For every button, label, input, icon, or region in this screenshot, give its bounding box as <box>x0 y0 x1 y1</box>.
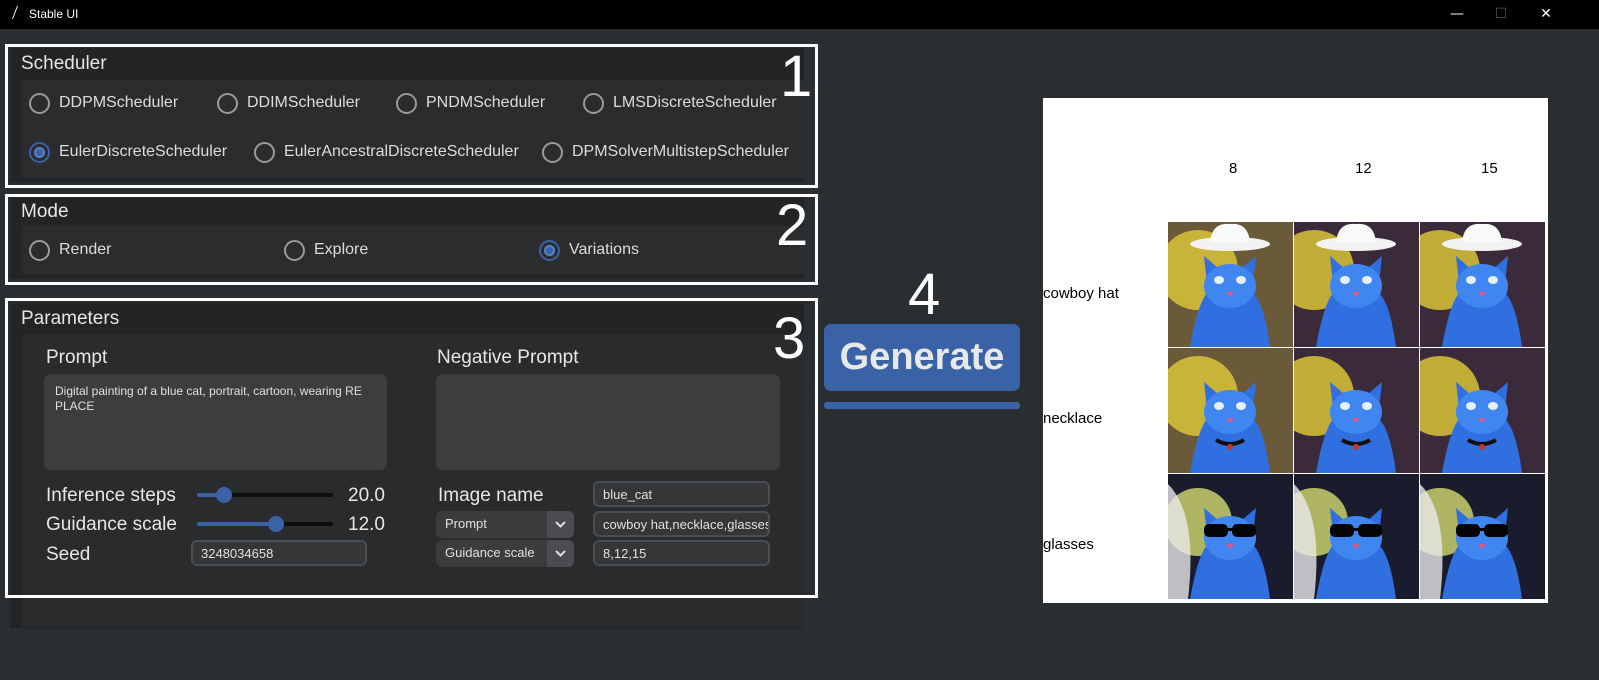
grid-cell-image <box>1420 474 1545 599</box>
title-bar: Stable UI — ☐ ✕ <box>0 0 1599 29</box>
step-number-4: 4 <box>908 262 941 327</box>
mode-highlight <box>5 194 818 285</box>
scheduler-highlight <box>5 44 818 188</box>
grid-cell-image <box>1420 222 1545 347</box>
grid-cell-image <box>1168 474 1293 599</box>
result-grid-image: 8 12 15 cowboy hat necklace glasses <box>1043 98 1548 603</box>
close-button[interactable]: ✕ <box>1535 4 1557 24</box>
grid-cell-image <box>1294 474 1419 599</box>
grid-column-header: 15 <box>1481 160 1498 177</box>
minimize-button[interactable]: — <box>1446 4 1468 24</box>
generate-button[interactable]: Generate <box>824 324 1020 391</box>
grid-cell-image <box>1294 348 1419 473</box>
grid-cell-image <box>1168 222 1293 347</box>
step-number-1: 1 <box>780 44 813 109</box>
grid-column-header: 12 <box>1355 160 1372 177</box>
grid-column-header: 8 <box>1229 160 1238 177</box>
grid-row-header: necklace <box>1043 410 1103 427</box>
grid-row-header: cowboy hat <box>1043 285 1119 302</box>
grid-row-header: glasses <box>1043 536 1094 553</box>
maximize-button[interactable]: ☐ <box>1490 4 1512 24</box>
grid-cell-image <box>1294 222 1419 347</box>
grid-cell-image <box>1420 348 1545 473</box>
step-number-3: 3 <box>773 306 806 371</box>
step-number-2: 2 <box>776 193 809 258</box>
generate-progress-bar <box>824 402 1020 409</box>
app-icon <box>12 6 18 19</box>
parameters-highlight <box>5 298 818 598</box>
window-title: Stable UI <box>29 7 79 21</box>
grid-cell-image <box>1168 348 1293 473</box>
